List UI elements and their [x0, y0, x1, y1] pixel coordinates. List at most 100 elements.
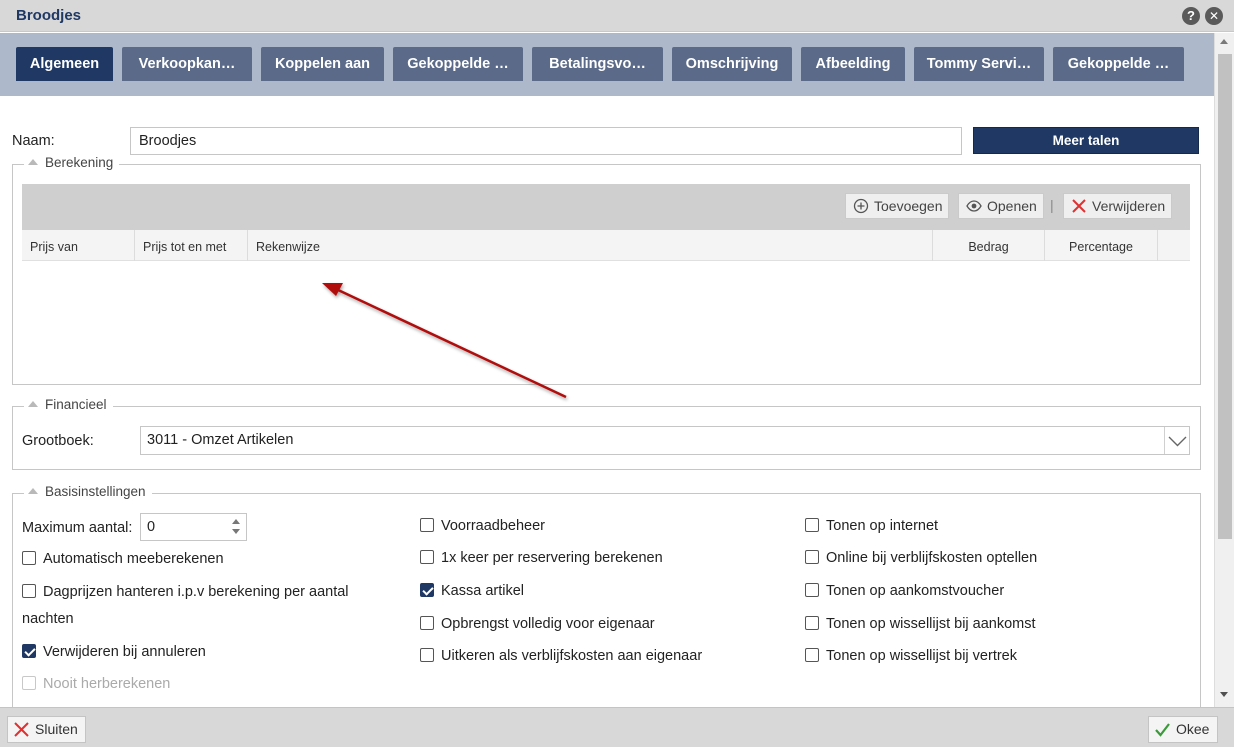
okee-button[interactable]: Okee	[1148, 716, 1218, 743]
toevoegen-button[interactable]: Toevoegen	[845, 193, 949, 219]
window-titlebar: Broodjes ? ✕	[0, 0, 1234, 32]
checkbox-label: Verwijderen bij annuleren	[43, 644, 206, 660]
checkbox-opbrengst-volledig[interactable]: Opbrengst volledig voor eigenaar	[420, 616, 655, 632]
checkbox-online-verblijfskosten[interactable]: Online bij verblijfskosten optellen	[805, 550, 1037, 566]
collapse-icon[interactable]	[28, 488, 38, 494]
column-prijs-van[interactable]: Prijs van	[22, 230, 135, 261]
scroll-up-icon[interactable]	[1220, 39, 1228, 44]
checkbox-tonen-op-internet[interactable]: Tonen op internet	[805, 518, 938, 534]
tab-betalingsvoorwaarden[interactable]: Betalingsvo…	[532, 47, 663, 81]
checkbox[interactable]	[420, 648, 434, 662]
meer-talen-button[interactable]: Meer talen	[973, 127, 1199, 154]
sluiten-label: Sluiten	[35, 721, 78, 737]
berekening-legend[interactable]: Berekening	[24, 155, 120, 170]
column-percentage[interactable]: Percentage	[1045, 230, 1158, 261]
checkmark-icon	[1155, 723, 1170, 737]
grootboek-select[interactable]: 3011 - Omzet Artikelen	[140, 426, 1190, 455]
collapse-icon[interactable]	[28, 159, 38, 165]
checkbox-label-continuation: nachten	[22, 611, 74, 627]
checkbox-1x-per-reservering[interactable]: 1x keer per reservering berekenen	[420, 550, 663, 566]
checkbox[interactable]	[805, 583, 819, 597]
eye-icon	[966, 200, 982, 212]
checkbox[interactable]	[805, 648, 819, 662]
openen-button[interactable]: Openen	[958, 193, 1044, 219]
tab-afbeelding[interactable]: Afbeelding	[801, 47, 905, 81]
checkbox[interactable]	[420, 550, 434, 564]
form-content: Naam: Broodjes Meer talen Berekening Toe…	[0, 96, 1214, 707]
checkbox[interactable]	[805, 518, 819, 532]
checkbox[interactable]	[805, 550, 819, 564]
scroll-thumb[interactable]	[1218, 54, 1232, 539]
maximum-aantal-value: 0	[147, 519, 156, 535]
spinner-up-icon[interactable]	[232, 519, 240, 524]
column-rekenwijze[interactable]: Rekenwijze	[248, 230, 933, 261]
tab-gekoppelde-2[interactable]: Gekoppelde …	[1053, 47, 1184, 81]
sluiten-button[interactable]: Sluiten	[7, 716, 86, 743]
basisinstellingen-legend[interactable]: Basisinstellingen	[24, 484, 152, 499]
toevoegen-label: Toevoegen	[874, 198, 943, 214]
verwijderen-button[interactable]: Verwijderen	[1063, 193, 1172, 219]
collapse-icon[interactable]	[28, 401, 38, 407]
checkbox-dagprijzen-hanteren[interactable]: Dagprijzen hanteren i.p.v berekening per…	[22, 584, 349, 600]
checkbox[interactable]	[22, 584, 36, 598]
checkbox[interactable]	[805, 616, 819, 630]
tab-algemeen[interactable]: Algemeen	[16, 47, 113, 81]
maximum-aantal-label: Maximum aantal:	[22, 520, 133, 536]
financieel-legend-label: Financieel	[45, 397, 107, 412]
checkbox-label: Tonen op wissellijst bij aankomst	[826, 616, 1036, 632]
plus-circle-icon	[853, 198, 869, 214]
checkbox-label: Online bij verblijfskosten optellen	[826, 550, 1038, 566]
checkbox[interactable]	[420, 616, 434, 630]
grootboek-value: 3011 - Omzet Artikelen	[147, 432, 294, 448]
checkbox-label: Opbrengst volledig voor eigenaar	[441, 616, 655, 632]
grid-header: Prijs van Prijs tot en met Rekenwijze Be…	[22, 230, 1190, 261]
checkbox-label: Tonen op aankomstvoucher	[826, 583, 1005, 599]
checkbox-label: Uitkeren als verblijfskosten aan eigenaa…	[441, 648, 703, 664]
checkbox-label: Automatisch meeberekenen	[43, 551, 224, 567]
checkbox-label: Nooit herberekenen	[43, 676, 171, 692]
tab-tommy-service[interactable]: Tommy Servi…	[914, 47, 1044, 81]
checkbox-tonen-aankomstvoucher[interactable]: Tonen op aankomstvoucher	[805, 583, 1004, 599]
toolbar-separator: |	[1050, 197, 1054, 213]
tab-gekoppelde-1[interactable]: Gekoppelde …	[393, 47, 523, 81]
checkbox[interactable]	[22, 551, 36, 565]
grid-toolbar: Toevoegen Openen | Verwijderen	[22, 184, 1190, 230]
spinner-down-icon[interactable]	[232, 529, 240, 534]
checkbox-disabled	[22, 676, 36, 690]
checkbox-verwijderen-bij-annuleren[interactable]: Verwijderen bij annuleren	[22, 644, 206, 660]
column-bedrag[interactable]: Bedrag	[933, 230, 1045, 261]
checkbox-voorraadbeheer[interactable]: Voorraadbeheer	[420, 518, 545, 534]
checkbox-checked[interactable]	[420, 583, 434, 597]
help-icon[interactable]: ?	[1182, 7, 1200, 25]
scroll-down-icon[interactable]	[1220, 692, 1228, 697]
checkbox-kassa-artikel[interactable]: Kassa artikel	[420, 583, 524, 599]
chevron-down-icon[interactable]	[1164, 427, 1189, 454]
checkbox-wissellijst-vertrek[interactable]: Tonen op wissellijst bij vertrek	[805, 648, 1017, 664]
tab-koppelen-aan[interactable]: Koppelen aan	[261, 47, 384, 81]
maximum-aantal-stepper[interactable]: 0	[140, 513, 247, 541]
naam-input[interactable]: Broodjes	[130, 127, 962, 155]
tab-verkoopkanalen[interactable]: Verkoopkan…	[122, 47, 252, 81]
checkbox-checked[interactable]	[22, 644, 36, 658]
close-icon[interactable]: ✕	[1205, 7, 1223, 25]
checkbox-label: Dagprijzen hanteren i.p.v berekening per…	[43, 584, 349, 600]
tab-strip: Algemeen Verkoopkan… Koppelen aan Gekopp…	[0, 33, 1214, 96]
berekening-legend-label: Berekening	[45, 155, 114, 170]
window-title: Broodjes	[16, 7, 82, 24]
checkbox-uitkeren-verblijfskosten[interactable]: Uitkeren als verblijfskosten aan eigenaa…	[420, 648, 702, 664]
tab-omschrijving[interactable]: Omschrijving	[672, 47, 792, 81]
financieel-legend[interactable]: Financieel	[24, 397, 113, 412]
checkbox-wissellijst-aankomst[interactable]: Tonen op wissellijst bij aankomst	[805, 616, 1036, 632]
openen-label: Openen	[987, 198, 1037, 214]
checkbox-label: Kassa artikel	[441, 583, 525, 599]
grootboek-label: Grootboek:	[22, 433, 94, 449]
dialog-footer: Sluiten Okee	[0, 707, 1234, 747]
vertical-scrollbar[interactable]	[1214, 33, 1234, 707]
checkbox-automatisch-meeberekenen[interactable]: Automatisch meeberekenen	[22, 551, 224, 567]
checkbox-label: 1x keer per reservering berekenen	[441, 550, 663, 566]
checkbox[interactable]	[420, 518, 434, 532]
checkbox-label: Tonen op wissellijst bij vertrek	[826, 648, 1017, 664]
naam-label: Naam:	[12, 133, 55, 149]
checkbox-label: Tonen op internet	[826, 518, 939, 534]
column-prijs-tot-en-met[interactable]: Prijs tot en met	[135, 230, 248, 261]
